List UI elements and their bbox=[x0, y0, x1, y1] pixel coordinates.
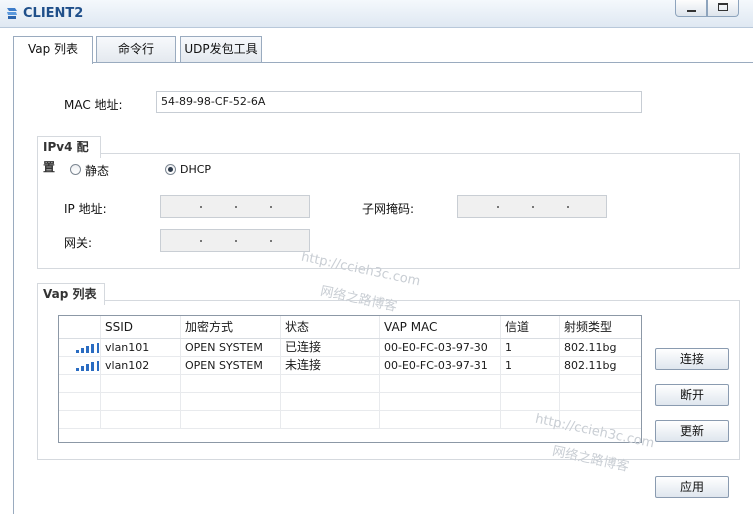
gateway-field[interactable] bbox=[160, 229, 310, 252]
signal-strength-icon bbox=[76, 343, 100, 353]
network-client-icon bbox=[7, 8, 17, 19]
vap-group-title: Vap 列表 bbox=[37, 283, 105, 305]
ipv4-group-title: IPv4 配置 bbox=[37, 136, 101, 174]
ip-address-field[interactable] bbox=[160, 195, 310, 218]
disconnect-button[interactable]: 断开 bbox=[655, 384, 729, 406]
cell-encryption: OPEN SYSTEM bbox=[181, 339, 281, 356]
column-header[interactable]: 状态 bbox=[281, 316, 380, 338]
table-row[interactable]: vlan102 OPEN SYSTEM 未连接 00-E0-FC-03-97-3… bbox=[59, 357, 641, 375]
empty-row bbox=[59, 393, 641, 411]
signal-strength-icon bbox=[76, 361, 100, 371]
cell-encryption: OPEN SYSTEM bbox=[181, 357, 281, 374]
apply-button[interactable]: 应用 bbox=[655, 476, 729, 498]
cell-status: 已连接 bbox=[281, 339, 380, 356]
table-row[interactable]: vlan101 OPEN SYSTEM 已连接 00-E0-FC-03-97-3… bbox=[59, 339, 641, 357]
cell-status: 未连接 bbox=[281, 357, 380, 374]
subnet-mask-label: 子网掩码: bbox=[362, 202, 415, 216]
minimize-icon bbox=[687, 10, 696, 12]
radio-selected-dot bbox=[168, 167, 173, 172]
vap-table-header: SSID 加密方式 状态 VAP MAC 信道 射频类型 bbox=[59, 316, 641, 339]
maximize-icon bbox=[718, 3, 728, 11]
gateway-label: 网关: bbox=[64, 236, 93, 250]
title-bar: CLIENT2 bbox=[0, 0, 753, 28]
tab-command-line[interactable]: 命令行 bbox=[96, 36, 176, 62]
cell-vap-mac: 00-E0-FC-03-97-31 bbox=[380, 357, 501, 374]
cell-ssid: vlan102 bbox=[101, 357, 181, 374]
vap-table: SSID 加密方式 状态 VAP MAC 信道 射频类型 vlan101 OPE… bbox=[58, 315, 642, 443]
cell-radio-type: 802.11bg bbox=[564, 359, 617, 372]
empty-row bbox=[59, 375, 641, 393]
cell-radio-type: 802.11bg bbox=[564, 341, 617, 354]
column-header[interactable]: 射频类型 bbox=[560, 316, 641, 338]
maximize-button[interactable] bbox=[707, 0, 739, 17]
subnet-mask-field[interactable] bbox=[457, 195, 607, 218]
empty-row bbox=[59, 411, 641, 429]
mac-value: 54-89-98-CF-52-6A bbox=[161, 95, 266, 108]
cell-ssid: vlan101 bbox=[101, 339, 181, 356]
mac-field[interactable]: 54-89-98-CF-52-6A bbox=[156, 91, 642, 113]
cell-channel: 1 bbox=[501, 357, 560, 374]
connect-button[interactable]: 连接 bbox=[655, 348, 729, 370]
radio-static-label: 静态 bbox=[85, 164, 110, 178]
minimize-button[interactable] bbox=[675, 0, 707, 17]
column-header[interactable]: 信道 bbox=[501, 316, 560, 338]
radio-static[interactable] bbox=[70, 164, 81, 175]
cell-vap-mac: 00-E0-FC-03-97-30 bbox=[380, 339, 501, 356]
tab-udp-tool[interactable]: UDP发包工具 bbox=[180, 36, 262, 62]
column-header[interactable]: VAP MAC bbox=[380, 316, 501, 338]
radio-dhcp-label: DHCP bbox=[180, 163, 212, 176]
tab-vap-list[interactable]: Vap 列表 bbox=[13, 36, 93, 64]
column-header[interactable]: 加密方式 bbox=[181, 316, 281, 338]
refresh-button[interactable]: 更新 bbox=[655, 420, 729, 442]
mac-label: MAC 地址: bbox=[64, 98, 123, 112]
ip-label: IP 地址: bbox=[64, 202, 107, 216]
column-header[interactable]: SSID bbox=[101, 316, 181, 338]
cell-channel: 1 bbox=[501, 339, 560, 356]
radio-dhcp[interactable] bbox=[165, 164, 176, 175]
window-title: CLIENT2 bbox=[23, 6, 84, 21]
